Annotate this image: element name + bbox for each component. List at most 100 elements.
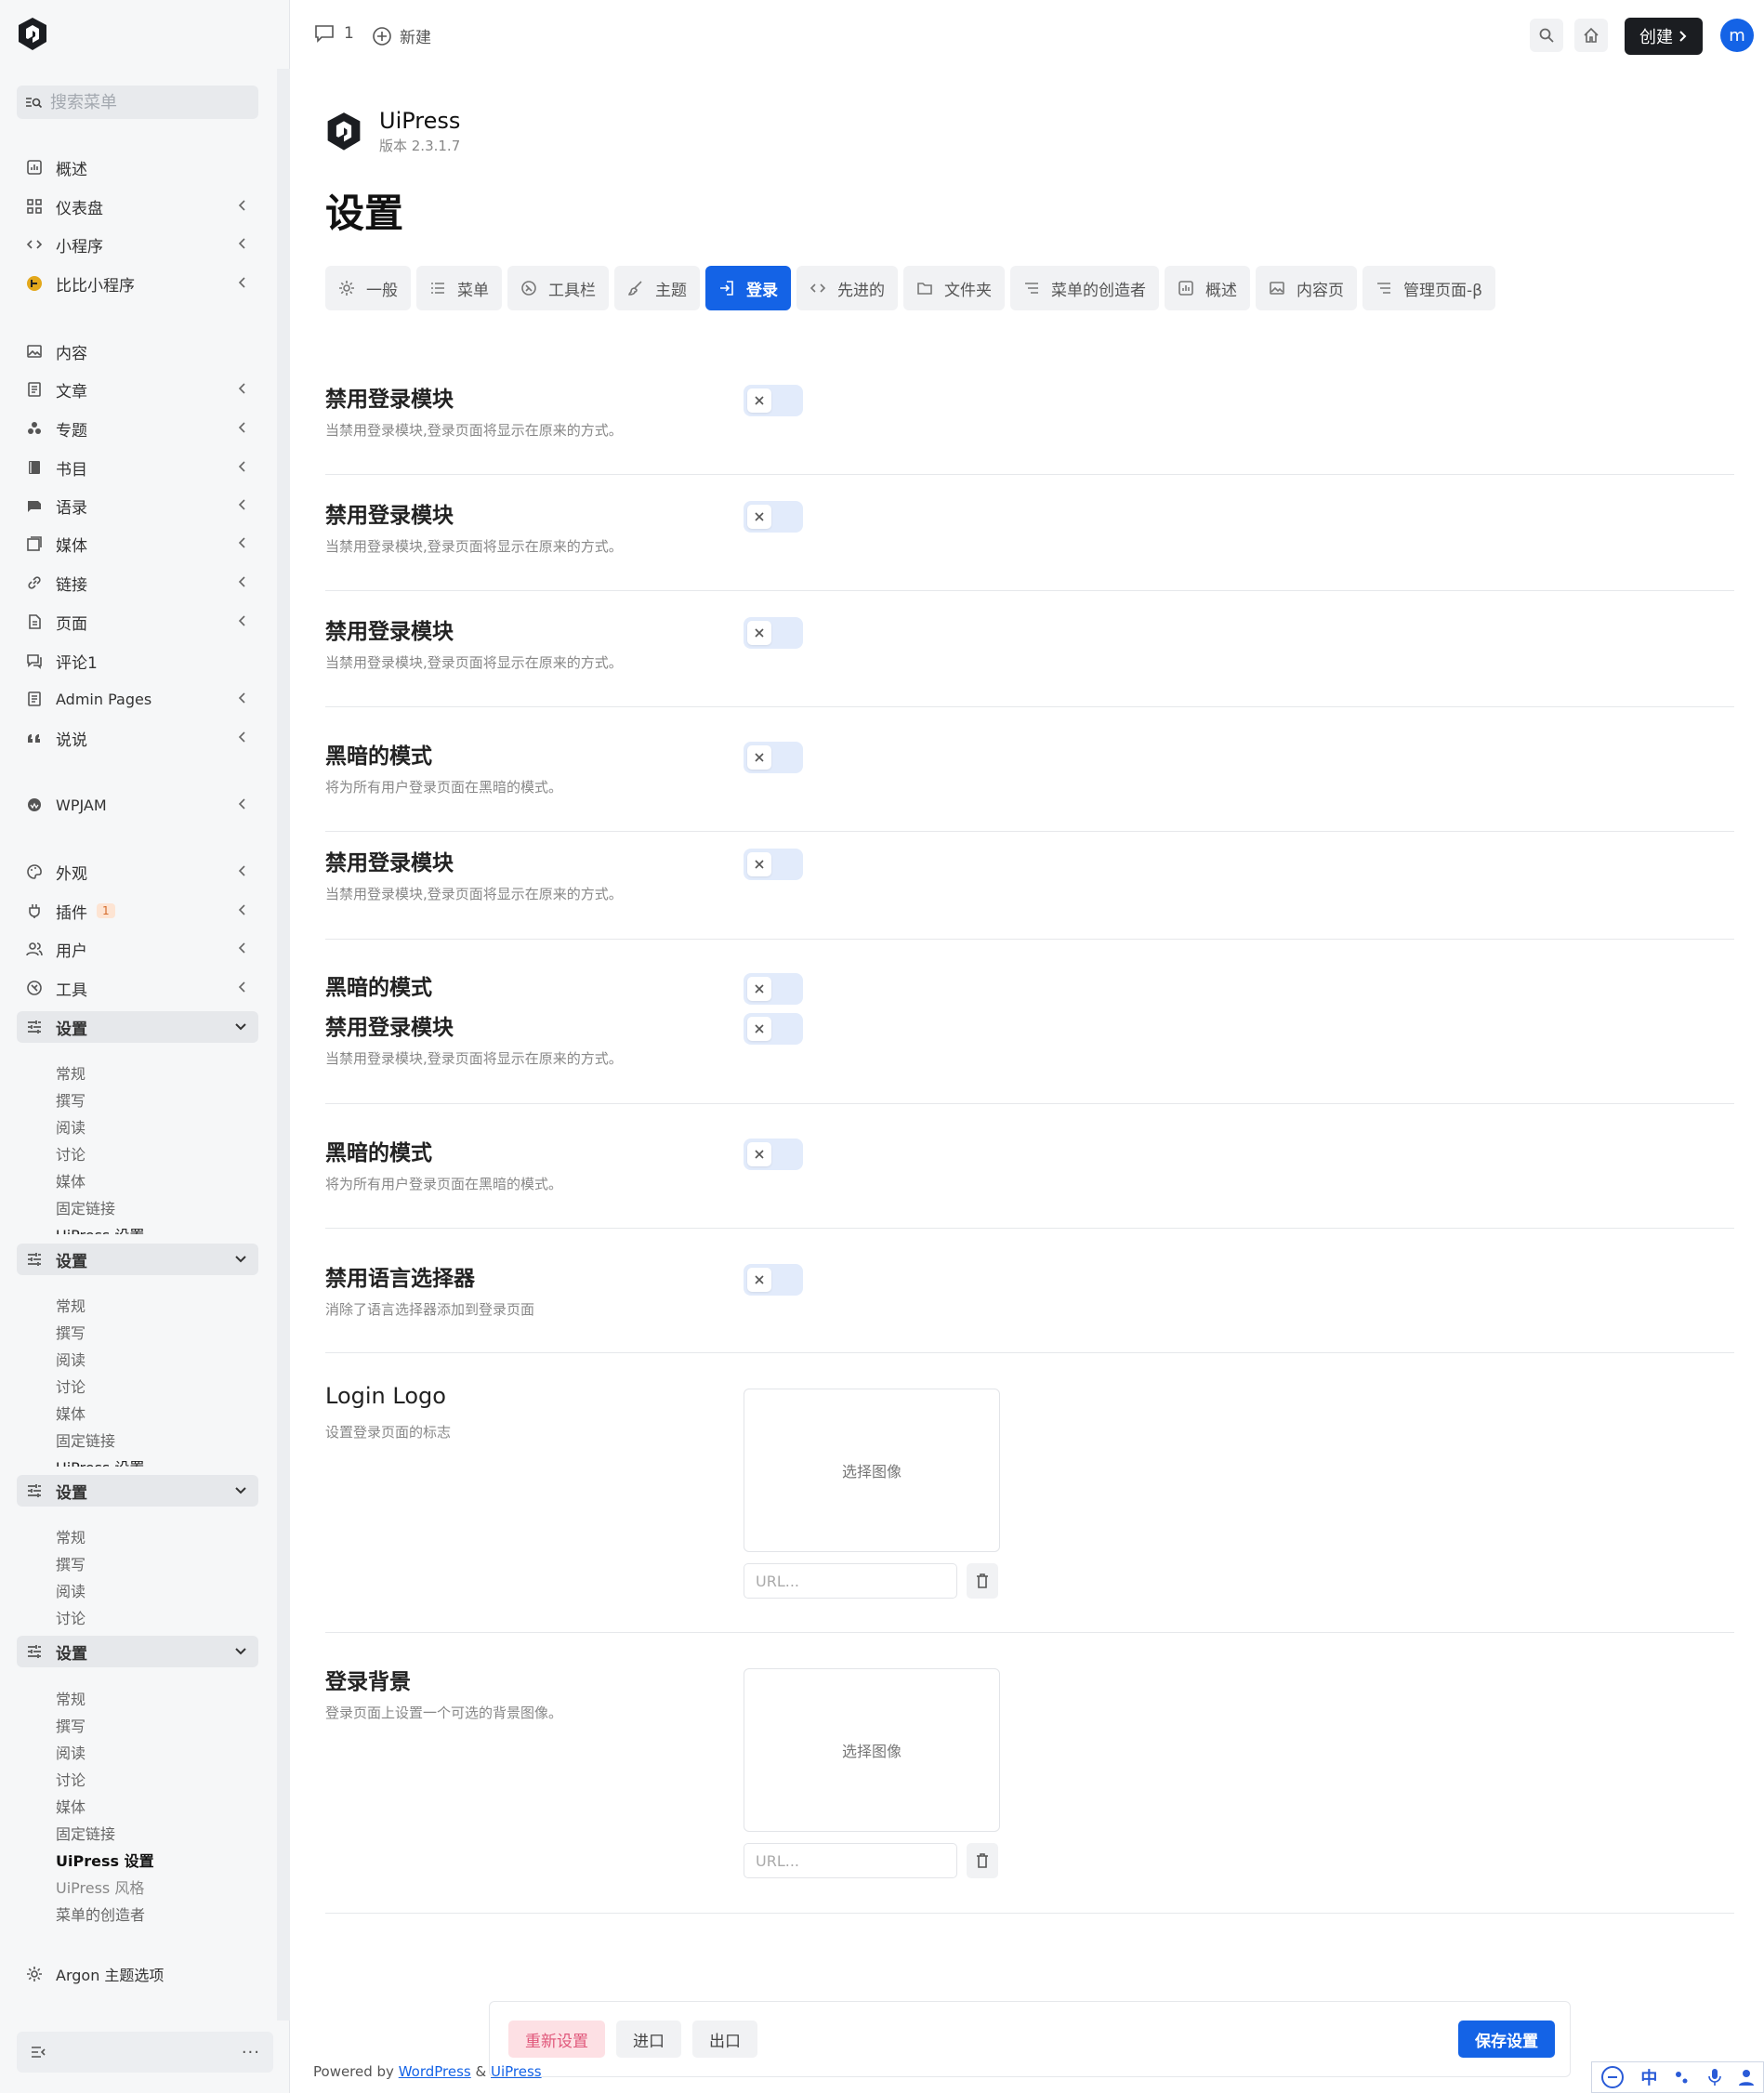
sidebar-item-12[interactable]: 评论1	[17, 645, 258, 677]
login-bg-picker[interactable]: 选择图像	[744, 1668, 1000, 1832]
sidebar-item-18[interactable]: 用户	[17, 933, 258, 965]
login-logo-delete-button[interactable]	[967, 1563, 998, 1599]
submenu-item[interactable]: 固定链接	[56, 1822, 115, 1844]
tab-8[interactable]: 概述	[1165, 266, 1250, 310]
save-settings-button[interactable]: 保存设置	[1458, 2021, 1555, 2058]
submenu-item[interactable]: 媒体	[56, 1795, 86, 1817]
setting-toggle[interactable]	[744, 973, 803, 1005]
tab-3[interactable]: 主题	[614, 266, 700, 310]
setting-toggle[interactable]	[744, 617, 803, 649]
chevron-left-icon[interactable]	[238, 276, 247, 289]
sidebar-item-16[interactable]: 外观	[17, 856, 258, 888]
sidebar-item-14[interactable]: 说说	[17, 722, 258, 754]
chevron-left-icon[interactable]	[238, 731, 247, 744]
submenu-item[interactable]: 讨论	[56, 1768, 86, 1790]
user-icon[interactable]	[1738, 2069, 1755, 2086]
chevron-left-icon[interactable]	[238, 614, 247, 627]
ime-logo-icon[interactable]	[1600, 2065, 1625, 2089]
sidebar-item-2[interactable]: 小程序	[17, 229, 258, 260]
sidebar-item-22[interactable]: 设置	[17, 1475, 258, 1507]
submenu-item[interactable]: 媒体	[56, 1402, 86, 1424]
submenu-item[interactable]: UiPress 设置	[56, 1849, 154, 1871]
new-link[interactable]: 新建	[372, 24, 431, 47]
export-button[interactable]: 出口	[692, 2021, 757, 2058]
sidebar-scrollbar[interactable]	[277, 69, 290, 2021]
sidebar-item-8[interactable]: 语录	[17, 490, 258, 521]
sidebar-item-24[interactable]: Argon 主题选项	[17, 1958, 258, 1990]
submenu-item[interactable]: 讨论	[56, 1142, 86, 1165]
comments-link[interactable]: 1	[314, 24, 354, 43]
setting-toggle[interactable]	[744, 1013, 803, 1045]
submenu-item[interactable]: 阅读	[56, 1579, 86, 1601]
chevron-left-icon[interactable]	[238, 536, 247, 549]
submenu-item[interactable]: 阅读	[56, 1348, 86, 1370]
setting-toggle[interactable]	[744, 501, 803, 533]
sidebar-item-19[interactable]: 工具	[17, 972, 258, 1004]
submenu-item[interactable]: 常规	[56, 1061, 86, 1084]
sidebar-item-11[interactable]: 页面	[17, 606, 258, 638]
chevron-left-icon[interactable]	[238, 421, 247, 434]
reset-button[interactable]: 重新设置	[508, 2021, 605, 2058]
sidebar-item-10[interactable]: 链接	[17, 567, 258, 599]
sidebar-item-3[interactable]: 比比小程序	[17, 268, 258, 299]
tab-4[interactable]: 登录	[705, 266, 791, 310]
chevron-left-icon[interactable]	[238, 460, 247, 473]
chevron-down-icon[interactable]	[234, 1486, 247, 1495]
tab-1[interactable]: 菜单	[416, 266, 502, 310]
chevron-left-icon[interactable]	[238, 199, 247, 212]
tab-2[interactable]: 工具栏	[507, 266, 609, 310]
uipress-link[interactable]: UiPress	[491, 2063, 542, 2080]
setting-toggle[interactable]	[744, 385, 803, 416]
sidebar-item-7[interactable]: 书目	[17, 452, 258, 483]
more-options-icon[interactable]: ···	[242, 2043, 260, 2062]
submenu-item[interactable]: UiPress 风格	[56, 1876, 144, 1898]
login-bg-url-input[interactable]	[744, 1843, 957, 1878]
sidebar-item-4[interactable]: 内容	[17, 336, 258, 367]
setting-toggle[interactable]	[744, 1139, 803, 1170]
submenu-item[interactable]: 阅读	[56, 1741, 86, 1763]
submenu-item[interactable]: 撰写	[56, 1714, 86, 1736]
sidebar-item-23[interactable]: 设置	[17, 1636, 258, 1667]
chevron-down-icon[interactable]	[234, 1647, 247, 1656]
uipress-logo[interactable]	[17, 17, 48, 52]
chevron-left-icon[interactable]	[238, 691, 247, 704]
chevron-left-icon[interactable]	[238, 797, 247, 810]
create-button[interactable]: 创建	[1625, 18, 1703, 55]
submenu-item[interactable]: 撰写	[56, 1088, 86, 1111]
submenu-item[interactable]: 媒体	[56, 1169, 86, 1191]
avatar[interactable]: m	[1720, 19, 1754, 52]
sidebar-item-20[interactable]: 设置	[17, 1011, 258, 1043]
chevron-left-icon[interactable]	[238, 981, 247, 994]
submenu-item[interactable]: 讨论	[56, 1606, 86, 1628]
chevron-down-icon[interactable]	[234, 1255, 247, 1264]
sidebar-item-13[interactable]: Admin Pages	[17, 683, 258, 715]
import-button[interactable]: 进口	[616, 2021, 681, 2058]
sidebar-item-1[interactable]: 仪表盘	[17, 191, 258, 222]
submenu-item[interactable]: 撰写	[56, 1321, 86, 1343]
submenu-item[interactable]: 常规	[56, 1525, 86, 1547]
sidebar-item-15[interactable]: WPJAM	[17, 789, 258, 821]
tab-10[interactable]: 管理页面-β	[1362, 266, 1495, 310]
search-button[interactable]	[1530, 19, 1563, 52]
sidebar-item-0[interactable]: 概述	[17, 151, 258, 183]
login-logo-picker[interactable]: 选择图像	[744, 1389, 1000, 1552]
setting-toggle[interactable]	[744, 1264, 803, 1296]
chevron-left-icon[interactable]	[238, 382, 247, 395]
sidebar-item-21[interactable]: 设置	[17, 1244, 258, 1275]
submenu-item[interactable]: 菜单的创造者	[56, 1902, 145, 1925]
submenu-item[interactable]: 讨论	[56, 1375, 86, 1397]
tab-7[interactable]: 菜单的创造者	[1010, 266, 1159, 310]
tab-0[interactable]: 一般	[325, 266, 411, 310]
sidebar-item-17[interactable]: 插件 1	[17, 895, 258, 927]
submenu-item[interactable]: 固定链接	[56, 1428, 115, 1451]
chevron-left-icon[interactable]	[238, 237, 247, 250]
setting-toggle[interactable]	[744, 742, 803, 773]
login-logo-url-input[interactable]	[744, 1563, 957, 1599]
tab-5[interactable]: 先进的	[796, 266, 898, 310]
submenu-item[interactable]: UiPress 设置	[56, 1455, 144, 1467]
submenu-item[interactable]: 撰写	[56, 1552, 86, 1574]
tab-9[interactable]: 内容页	[1256, 266, 1357, 310]
sidebar-search-input[interactable]	[50, 92, 236, 112]
chevron-left-icon[interactable]	[238, 903, 247, 916]
chevron-left-icon[interactable]	[238, 864, 247, 877]
